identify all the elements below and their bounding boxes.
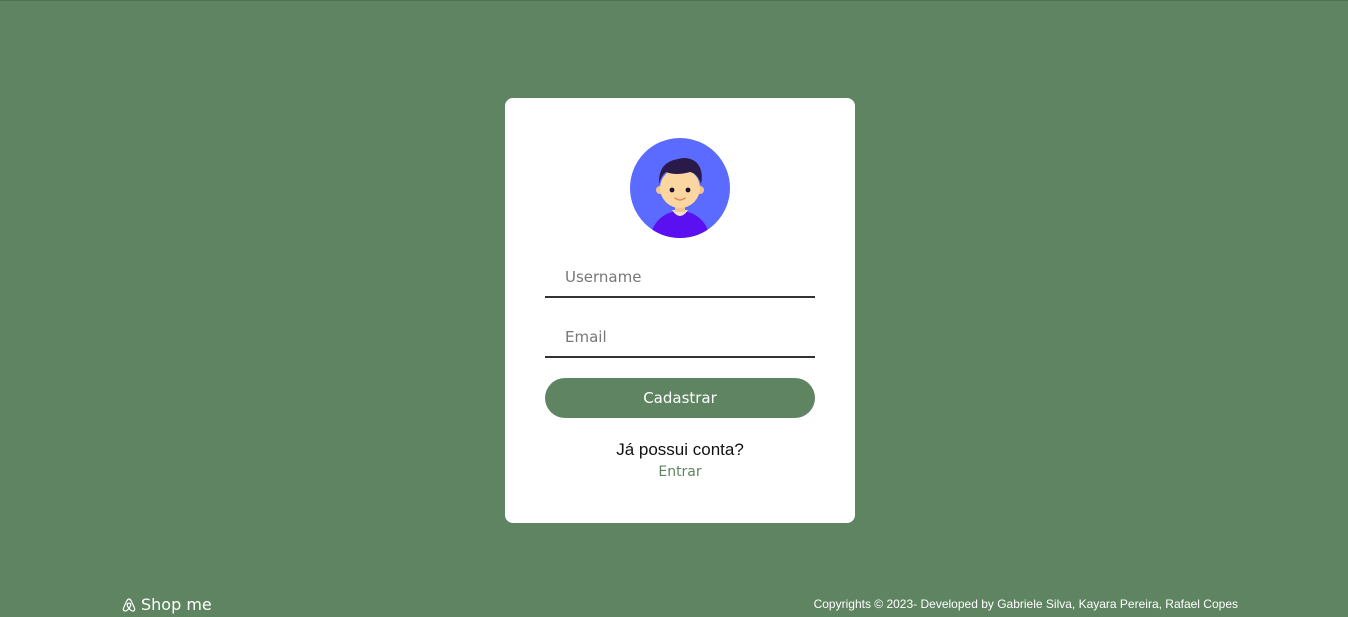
footer-brand[interactable]: Shop me	[121, 595, 212, 614]
login-link[interactable]: Entrar	[505, 464, 855, 480]
user-avatar-icon	[630, 138, 730, 238]
username-input[interactable]	[545, 258, 815, 298]
brand-name: Shop me	[141, 595, 212, 614]
airbnb-logo-icon	[122, 597, 136, 612]
register-button[interactable]: Cadastrar	[545, 378, 815, 418]
signup-card: Cadastrar Já possui conta? Entrar	[505, 98, 855, 523]
have-account-question: Já possui conta?	[616, 440, 744, 459]
footer-copyright: Copyrights © 2023- Developed by Gabriele…	[813, 597, 1238, 611]
email-input[interactable]	[545, 318, 815, 358]
